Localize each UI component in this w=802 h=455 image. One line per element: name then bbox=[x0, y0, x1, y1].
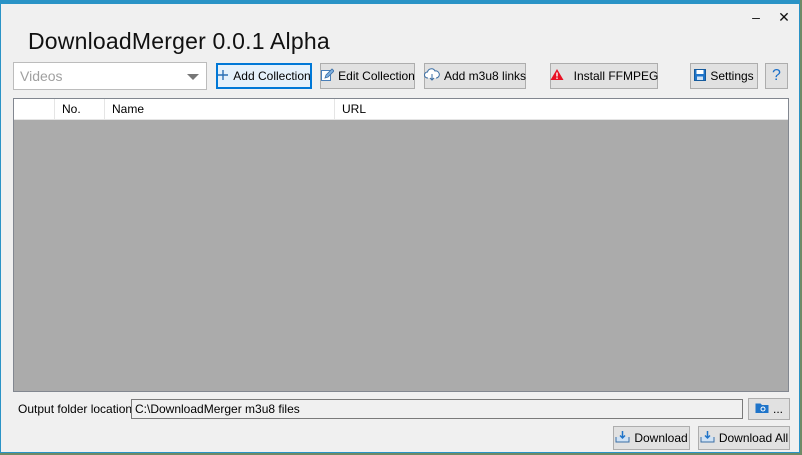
add-m3u8-links-button[interactable]: Add m3u8 links bbox=[424, 63, 526, 89]
app-title: DownloadMerger 0.0.1 Alpha bbox=[28, 28, 330, 54]
chevron-down-icon bbox=[187, 74, 199, 80]
download-label: Download bbox=[634, 431, 688, 445]
output-folder-field[interactable]: C:\DownloadMerger m3u8 files bbox=[131, 399, 743, 419]
column-header-select[interactable] bbox=[14, 99, 55, 119]
download-tray-icon bbox=[700, 430, 715, 446]
download-button[interactable]: Download bbox=[613, 426, 690, 450]
app-window: – ✕ DownloadMerger 0.0.1 Alpha Videos Ad… bbox=[0, 0, 800, 453]
browse-label: ... bbox=[772, 402, 783, 416]
settings-button[interactable]: Settings bbox=[690, 63, 758, 89]
links-table[interactable]: No. Name URL bbox=[13, 98, 789, 392]
download-tray-icon bbox=[615, 430, 630, 446]
download-all-button[interactable]: Download All bbox=[698, 426, 790, 450]
browse-folder-button[interactable]: ... bbox=[748, 398, 790, 420]
add-m3u8-links-label: Add m3u8 links bbox=[443, 69, 527, 83]
edit-icon bbox=[320, 67, 335, 85]
edit-collection-button[interactable]: Edit Collection bbox=[320, 63, 415, 89]
folder-icon bbox=[755, 402, 769, 417]
warning-icon bbox=[550, 68, 564, 84]
column-header-name[interactable]: Name bbox=[105, 99, 335, 119]
install-ffmpeg-button[interactable]: Install FFMPEG bbox=[550, 63, 658, 89]
add-collection-label: Add Collection bbox=[233, 69, 311, 83]
minimize-button[interactable]: – bbox=[747, 10, 765, 24]
table-header: No. Name URL bbox=[14, 99, 788, 120]
cloud-download-icon bbox=[424, 68, 440, 84]
plus-icon bbox=[217, 69, 229, 84]
download-all-label: Download All bbox=[718, 431, 789, 445]
help-label: ? bbox=[772, 67, 781, 84]
settings-label: Settings bbox=[710, 69, 754, 83]
add-collection-button[interactable]: Add Collection bbox=[216, 63, 312, 89]
help-button[interactable]: ? bbox=[765, 63, 788, 89]
edit-collection-label: Edit Collection bbox=[338, 69, 415, 83]
collection-select[interactable]: Videos bbox=[13, 62, 207, 90]
column-header-url[interactable]: URL bbox=[335, 99, 788, 119]
close-button[interactable]: ✕ bbox=[775, 10, 793, 24]
output-folder-label: Output folder location: bbox=[18, 402, 136, 416]
install-ffmpeg-label: Install FFMPEG bbox=[573, 69, 659, 83]
collection-select-value: Videos bbox=[20, 68, 63, 84]
save-disk-icon bbox=[694, 68, 707, 84]
column-header-number[interactable]: No. bbox=[55, 99, 105, 119]
